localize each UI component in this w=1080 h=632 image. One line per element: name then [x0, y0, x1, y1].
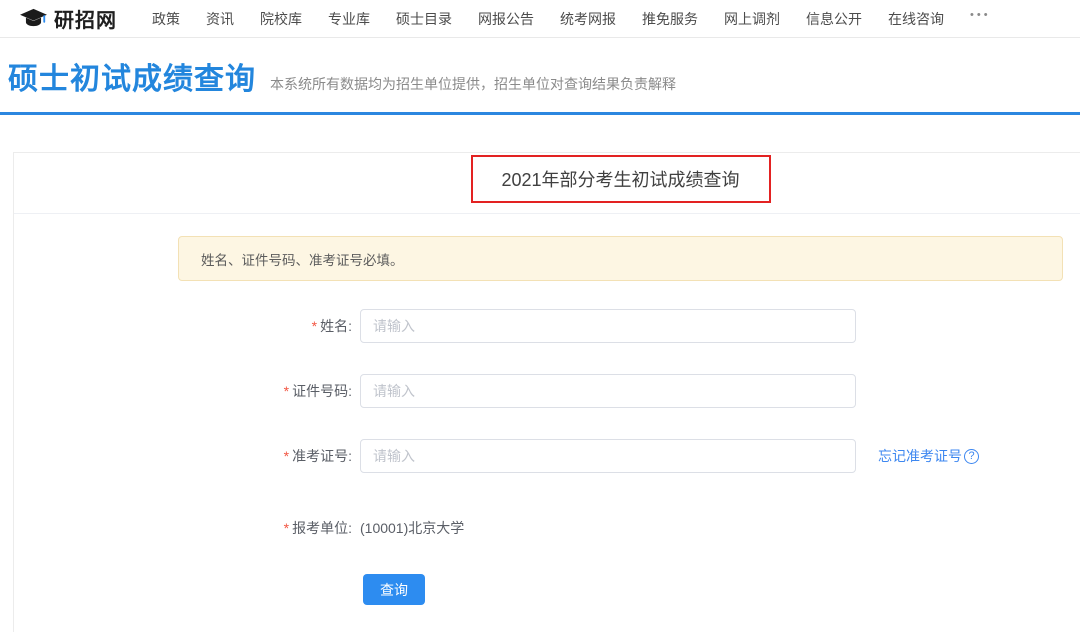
nav-item-info-disclosure[interactable]: 信息公开 [793, 9, 875, 29]
graduation-cap-icon [20, 8, 47, 29]
nav-item-policy[interactable]: 政策 [139, 9, 193, 29]
admission-ticket-input[interactable] [360, 439, 856, 473]
admission-ticket-label: *准考证号: [14, 446, 360, 466]
required-asterisk: * [284, 383, 289, 399]
form-row-target-university: *报考单位: (10001)北京大学 [14, 511, 1080, 545]
blue-divider [0, 112, 1080, 115]
nav-item-master-catalog[interactable]: 硕士目录 [383, 9, 465, 29]
query-card: 2021年部分考生初试成绩查询 姓名、证件号码、准考证号必填。 *姓名: *证件… [13, 152, 1080, 632]
nav-menu: 政策 资讯 院校库 专业库 硕士目录 网报公告 统考网报 推免服务 网上调剂 信… [139, 9, 1004, 29]
nav-item-college-library[interactable]: 院校库 [247, 9, 315, 29]
required-asterisk: * [284, 448, 289, 464]
id-number-input[interactable] [360, 374, 856, 408]
site-logo[interactable]: 研招网 [20, 4, 117, 33]
nav-item-online-adjustment[interactable]: 网上调剂 [711, 9, 793, 29]
page-title: 硕士初试成绩查询 [8, 54, 256, 98]
query-form: *姓名: *证件号码: *准考证号: 忘记准考证号? *报考单位: (10001… [14, 309, 1080, 605]
name-input[interactable] [360, 309, 856, 343]
forgot-ticket-link[interactable]: 忘记准考证号? [878, 446, 979, 466]
query-submit-button[interactable]: 查询 [363, 574, 425, 605]
card-title: 2021年部分考生初试成绩查询 [501, 166, 739, 192]
question-mark-icon: ? [964, 449, 979, 464]
nav-item-exempt-service[interactable]: 推免服务 [629, 9, 711, 29]
button-row: 查询 [14, 574, 1080, 605]
card-header: 2021年部分考生初试成绩查询 [14, 153, 1080, 214]
nav-item-online-consult[interactable]: 在线咨询 [875, 9, 957, 29]
target-university-label: *报考单位: [14, 518, 360, 538]
required-asterisk: * [312, 318, 317, 334]
page-subtitle: 本系统所有数据均为招生单位提供，招生单位对查询结果负责解释 [270, 74, 676, 94]
target-university-value: (10001)北京大学 [360, 518, 464, 538]
page-header: 硕士初试成绩查询 本系统所有数据均为招生单位提供，招生单位对查询结果负责解释 [0, 38, 1080, 112]
required-fields-notice: 姓名、证件号码、准考证号必填。 [178, 236, 1063, 281]
form-row-admission-ticket: *准考证号: 忘记准考证号? [14, 439, 1080, 473]
form-row-name: *姓名: [14, 309, 1080, 343]
form-row-id-number: *证件号码: [14, 374, 1080, 408]
nav-item-major-library[interactable]: 专业库 [315, 9, 383, 29]
nav-item-unified-exam-report[interactable]: 统考网报 [547, 9, 629, 29]
top-nav: 研招网 政策 资讯 院校库 专业库 硕士目录 网报公告 统考网报 推免服务 网上… [0, 0, 1080, 38]
nav-item-news[interactable]: 资讯 [193, 9, 247, 29]
notice-text: 姓名、证件号码、准考证号必填。 [201, 249, 404, 269]
nav-more-dots[interactable]: ••• [957, 9, 1004, 29]
id-number-label: *证件号码: [14, 381, 360, 401]
name-label: *姓名: [14, 316, 360, 336]
red-annotation-box: 2021年部分考生初试成绩查询 [471, 155, 771, 203]
logo-text: 研招网 [54, 4, 117, 33]
nav-item-online-report-notice[interactable]: 网报公告 [465, 9, 547, 29]
required-asterisk: * [284, 520, 289, 536]
